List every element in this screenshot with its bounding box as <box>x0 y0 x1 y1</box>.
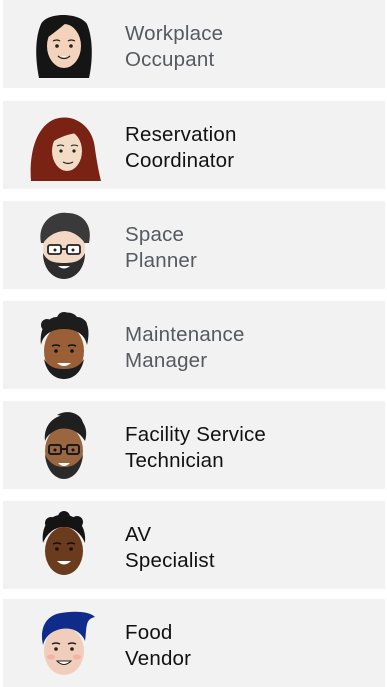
persona-label: Food Vendor <box>125 620 191 672</box>
persona-card-food-vendor[interactable]: Food Vendor <box>3 599 385 687</box>
persona-label: Space Planner <box>125 222 197 274</box>
persona-label-line2: Coordinator <box>125 149 235 172</box>
persona-label-line1: Food <box>125 621 173 644</box>
persona-card-av-specialist[interactable]: AV Specialist <box>3 501 385 589</box>
persona-label-line2: Specialist <box>125 549 215 572</box>
persona-label: Reservation Coordinator <box>125 122 237 174</box>
persona-label-line1: Facility Service <box>125 423 267 446</box>
man-curly-hair-avatar-icon <box>27 309 101 381</box>
persona-label-line1: Maintenance <box>125 323 245 346</box>
persona-card-maintenance-manager[interactable]: Maintenance Manager <box>3 301 385 389</box>
woman-black-hair-avatar-icon <box>27 8 101 80</box>
persona-label: Workplace Occupant <box>125 21 223 73</box>
man-glasses-beard-avatar-icon <box>27 209 101 281</box>
persona-label-line2: Technician <box>125 449 224 472</box>
man-dark-skin-avatar-icon <box>27 509 101 581</box>
persona-label-line2: Occupant <box>125 48 215 71</box>
persona-card-reservation-coordinator[interactable]: Reservation Coordinator <box>3 101 385 189</box>
persona-label-line1: Workplace <box>125 22 224 45</box>
persona-card-workplace-occupant[interactable]: Workplace Occupant <box>3 0 385 88</box>
persona-label-line1: AV <box>125 523 152 546</box>
persona-label: Facility Service Technician <box>125 422 266 474</box>
persona-label-line1: Space <box>125 223 185 246</box>
persona-label-line2: Manager <box>125 349 208 372</box>
woman-red-hair-avatar-icon <box>27 109 101 181</box>
persona-label-line1: Reservation <box>125 123 237 146</box>
man-blue-hair-avatar-icon <box>27 607 101 679</box>
persona-card-facility-service-technician[interactable]: Facility Service Technician <box>3 401 385 489</box>
persona-label-line2: Vendor <box>125 647 192 670</box>
persona-label-line2: Planner <box>125 249 198 272</box>
man-glasses-beard-pompadour-avatar-icon <box>27 409 101 481</box>
persona-label: AV Specialist <box>125 522 215 574</box>
persona-card-space-planner[interactable]: Space Planner <box>3 201 385 289</box>
persona-label: Maintenance Manager <box>125 322 245 374</box>
